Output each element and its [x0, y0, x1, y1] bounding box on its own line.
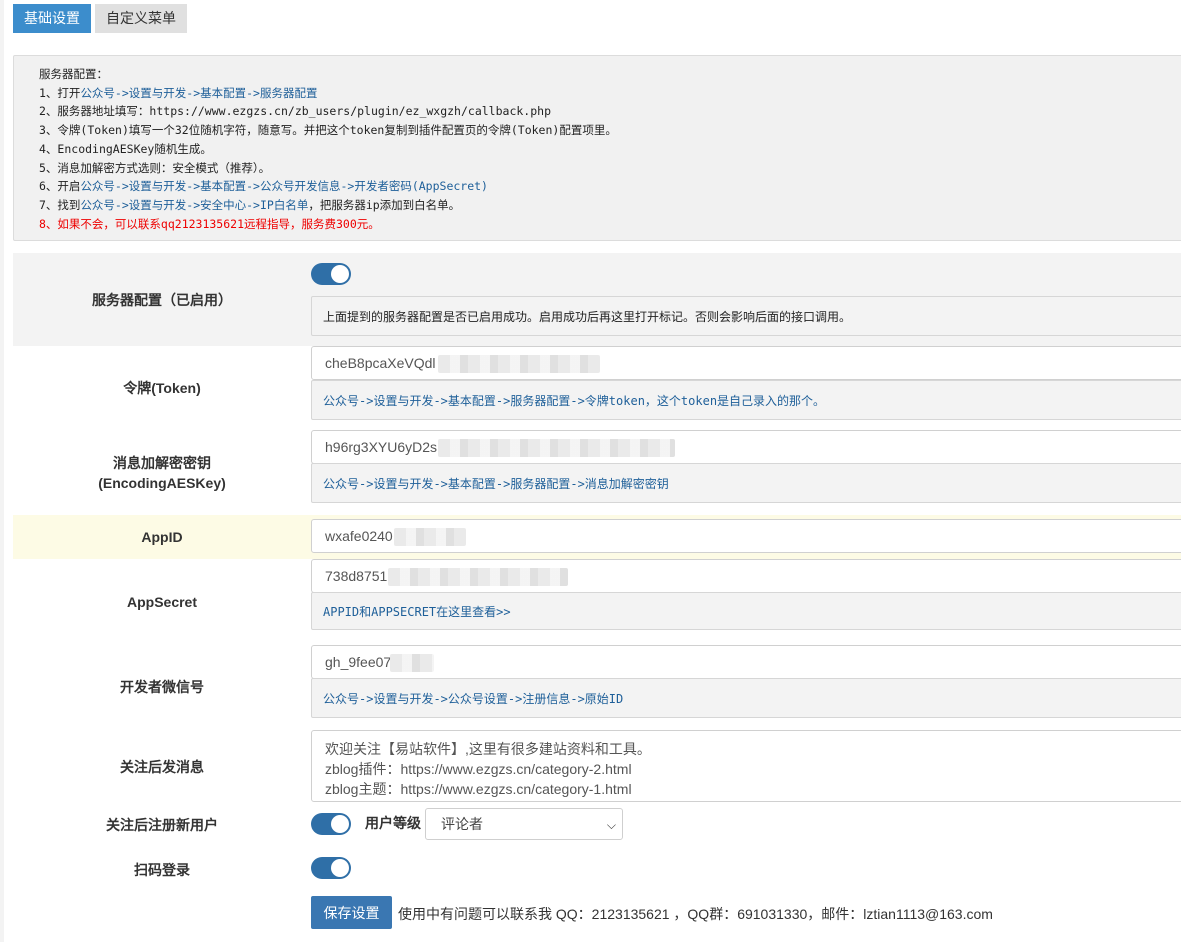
chevron-down-icon: ⌵: [606, 818, 616, 832]
server-config-instructions: 服务器配置： 1、打开公众号->设置与开发->基本配置->服务器配置 2、服务器…: [13, 55, 1181, 241]
qr-login-toggle[interactable]: [311, 857, 351, 879]
redaction-blur: [394, 528, 466, 546]
register-new-user-label: 关注后注册新用户: [106, 816, 218, 833]
left-edge-strip: [0, 0, 4, 942]
instruction-line-4: 4、EncodingAESKey随机生成。: [39, 141, 212, 156]
instruction-line-7: 7、找到公众号->设置与开发->安全中心->IP白名单，把服务器ip添加到白名单…: [39, 197, 461, 212]
server-config-toggle[interactable]: [311, 263, 351, 285]
settings-form: 服务器配置（已启用） 上面提到的服务器配置是否已启用成功。启用成功后再这里打开标…: [13, 253, 1181, 935]
developer-wechat-id-label: 开发者微信号: [120, 679, 204, 695]
server-config-label: 服务器配置（已启用）: [92, 291, 232, 308]
aes-key-hint: 公众号->设置与开发->基本配置->服务器配置->消息加解密密钥: [311, 463, 1181, 503]
row-appid: AppID wxafe0240: [13, 515, 1181, 559]
redaction-blur: [388, 568, 568, 586]
tab-custom-menu[interactable]: 自定义菜单: [95, 4, 187, 33]
instruction-line-2: 2、服务器地址填写：https://www.ezgzs.cn/zb_users/…: [39, 104, 551, 119]
appsecret-hint-link[interactable]: APPID和APPSECRET在这里查看>>: [311, 592, 1181, 630]
instruction-warning: 8、如果不会，可以联系qq2123135621远程指导，服务费300元。: [39, 216, 380, 231]
instruction-line-6: 6、开启公众号->设置与开发->基本配置->公众号开发信息->开发者密码(App…: [39, 179, 488, 194]
toggle-knob: [331, 265, 349, 283]
appid-input[interactable]: wxafe0240: [311, 519, 1181, 553]
welcome-message-label: 关注后发消息: [120, 758, 204, 775]
developer-wechat-id-hint: 公众号->设置与开发->公众号设置->注册信息->原始ID: [311, 678, 1181, 718]
row-footer: 保存设置 使用中有问题可以联系我 QQ：2123135621 ，QQ群：6910…: [13, 895, 1181, 935]
row-server-config: 服务器配置（已启用） 上面提到的服务器配置是否已启用成功。启用成功后再这里打开标…: [13, 253, 1181, 346]
appsecret-input[interactable]: 738d8751: [311, 559, 1181, 593]
token-label: 令牌(Token): [123, 380, 201, 396]
instruction-line-1: 1、打开公众号->设置与开发->基本配置->服务器配置: [39, 85, 318, 100]
support-contact-text: 使用中有问题可以联系我 QQ：2123135621 ，QQ群：691031330…: [398, 906, 993, 922]
row-token: 令牌(Token) cheB8pcaXeVQdl 公众号->设置与开发->基本配…: [13, 346, 1181, 430]
instructions-title: 服务器配置：: [39, 67, 108, 81]
toggle-knob: [331, 859, 349, 877]
appid-label: AppID: [141, 529, 183, 545]
instruction-line-3: 3、令牌(Token)填写一个32位随机字符，随意写。并把这个token复制到插…: [39, 123, 617, 138]
aes-key-input[interactable]: h96rg3XYU6yD2s: [311, 430, 1181, 464]
instruction-line-5: 5、消息加解密方式选则：安全模式（推荐）。: [39, 160, 271, 175]
row-developer-wechat-id: 开发者微信号 gh_9fee07 公众号->设置与开发->公众号设置->注册信息…: [13, 645, 1181, 729]
row-qr-login: 扫码登录: [13, 845, 1181, 895]
user-level-label: 用户等级: [365, 815, 421, 831]
developer-wechat-id-input[interactable]: gh_9fee07: [311, 645, 1181, 679]
token-hint: 公众号->设置与开发->基本配置->服务器配置->令牌token，这个token…: [311, 380, 1181, 420]
aes-key-label: 消息加解密密钥 (EncodingAESKey): [98, 454, 226, 491]
token-input[interactable]: cheB8pcaXeVQdl: [311, 346, 1181, 380]
tab-basic-settings[interactable]: 基础设置: [13, 4, 91, 33]
appsecret-label: AppSecret: [126, 594, 198, 610]
redaction-blur: [390, 654, 434, 672]
row-aes-key: 消息加解密密钥 (EncodingAESKey) h96rg3XYU6yD2s 公…: [13, 430, 1181, 515]
welcome-message-textarea[interactable]: 欢迎关注【易站软件】,这里有很多建站资料和工具。 zblog插件：https:/…: [311, 730, 1181, 802]
toggle-knob: [331, 815, 349, 833]
user-level-select[interactable]: 评论者 ⌵: [425, 808, 623, 840]
qr-login-label: 扫码登录: [134, 862, 190, 878]
redaction-blur: [438, 439, 675, 457]
row-welcome-message: 关注后发消息 欢迎关注【易站软件】,这里有很多建站资料和工具。 zblog插件：…: [13, 729, 1181, 804]
register-new-user-toggle[interactable]: [311, 813, 351, 835]
save-settings-button[interactable]: 保存设置: [311, 896, 392, 929]
row-register-new-user: 关注后注册新用户 用户等级 评论者 ⌵: [13, 804, 1181, 845]
tab-bar: 基础设置 自定义菜单: [13, 4, 187, 33]
row-appsecret: AppSecret 738d8751 APPID和APPSECRET在这里查看>…: [13, 559, 1181, 645]
server-config-hint: 上面提到的服务器配置是否已启用成功。启用成功后再这里打开标记。否则会影响后面的接…: [311, 296, 1181, 336]
redaction-blur: [438, 355, 600, 373]
